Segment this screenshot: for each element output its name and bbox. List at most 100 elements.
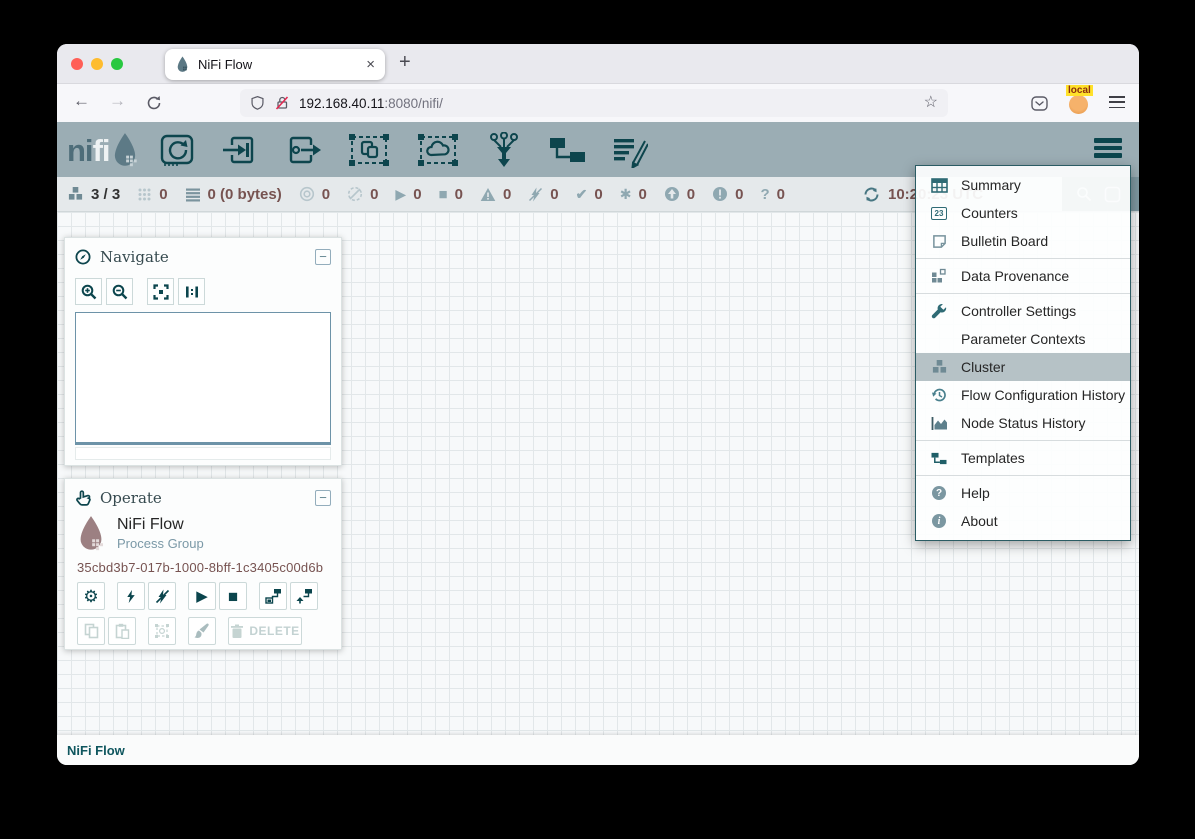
menu-item-flow-configuration-history[interactable]: Flow Configuration History — [916, 381, 1130, 409]
bookmark-star-icon[interactable]: ☆ — [924, 95, 938, 111]
node-status-chart-icon — [931, 416, 948, 431]
zoom-fit-button[interactable] — [147, 278, 174, 305]
back-button[interactable]: ← — [73, 92, 90, 109]
collapse-operate-button[interactable]: − — [315, 490, 331, 506]
close-window-button[interactable] — [71, 58, 83, 70]
transmitting-icon — [299, 186, 315, 202]
stop-button[interactable]: ■ — [219, 582, 247, 610]
window-controls — [71, 58, 123, 70]
menu-item-cluster[interactable]: Cluster — [916, 353, 1130, 381]
counters-icon: 23 — [931, 207, 947, 220]
close-tab-icon[interactable]: × — [366, 57, 375, 72]
browser-window: NiFi Flow × + ← → 192.168.40.11:8080/nif… — [57, 44, 1139, 765]
remote-process-group-component[interactable] — [416, 131, 460, 169]
refresh-icon[interactable] — [863, 186, 880, 203]
new-tab-button[interactable]: + — [399, 52, 411, 72]
menu-item-counters[interactable]: 23 Counters — [916, 199, 1130, 227]
stat-connected-nodes: 3 / 3 — [67, 186, 120, 203]
insecure-lock-icon[interactable] — [274, 95, 290, 111]
process-group-component[interactable] — [347, 131, 391, 169]
disable-button[interactable] — [148, 582, 176, 610]
stat-invalid: 0 — [480, 186, 511, 203]
navigate-header[interactable]: Navigate − — [65, 244, 341, 270]
invalid-warning-icon — [480, 187, 496, 202]
nifi-global-menu-button[interactable] — [1094, 138, 1122, 158]
operate-title: Operate — [100, 489, 162, 507]
menu-divider — [916, 293, 1130, 294]
menu-item-about[interactable]: i About — [916, 507, 1130, 535]
account-avatar[interactable] — [1069, 95, 1088, 114]
cluster-cubes-icon — [67, 186, 84, 202]
configure-button[interactable]: ⚙ — [77, 582, 105, 610]
menu-divider — [916, 475, 1130, 476]
bulletin-board-icon — [932, 234, 947, 249]
start-button[interactable]: ▶ — [188, 582, 216, 610]
browser-tab[interactable]: NiFi Flow × — [165, 49, 385, 80]
locally-modified-asterisk-icon: ✱ — [620, 187, 632, 201]
breadcrumb-root[interactable]: NiFi Flow — [67, 743, 125, 758]
copy-button[interactable] — [77, 617, 105, 645]
browser-menu-icon[interactable] — [1109, 96, 1125, 108]
menu-item-node-status-history[interactable]: Node Status History — [916, 409, 1130, 437]
delete-label: DELETE — [249, 624, 299, 638]
birdseye-view[interactable] — [75, 312, 331, 445]
copy-icon — [84, 623, 99, 639]
zoom-window-button[interactable] — [111, 58, 123, 70]
nifi-logo: nifi — [67, 132, 140, 168]
history-icon — [931, 387, 947, 403]
label-component[interactable] — [611, 131, 649, 169]
zoom-actual-size-button[interactable] — [178, 278, 205, 305]
input-port-component[interactable] — [221, 131, 259, 169]
upload-template-icon — [296, 588, 313, 604]
zoom-in-button[interactable] — [75, 278, 102, 305]
templates-icon — [931, 451, 947, 466]
menu-divider — [916, 258, 1130, 259]
menu-item-help[interactable]: ? Help — [916, 479, 1130, 507]
stale-arrow-up-icon — [664, 186, 680, 202]
hand-pointer-icon — [75, 490, 91, 507]
menu-item-data-provenance[interactable]: Data Provenance — [916, 262, 1130, 290]
gear-icon: ⚙ — [83, 588, 98, 605]
bolt-icon — [124, 589, 138, 604]
delete-button[interactable]: DELETE — [228, 617, 302, 645]
running-icon: ▶ — [395, 187, 406, 201]
color-button[interactable] — [188, 617, 216, 645]
url-text[interactable]: 192.168.40.11:8080/nifi/ — [299, 96, 915, 111]
stat-locally-modified: ✱ 0 — [620, 186, 647, 203]
group-button[interactable] — [148, 617, 176, 645]
operate-header[interactable]: Operate − — [65, 485, 341, 511]
navigate-palette: Navigate − — [64, 237, 342, 466]
up-to-date-check-icon: ✔ — [576, 187, 588, 201]
processor-component[interactable] — [158, 131, 196, 169]
url-host: 192.168.40.11 — [299, 96, 384, 111]
upload-template-button[interactable] — [290, 582, 318, 610]
navigate-controls — [65, 270, 341, 305]
enable-button[interactable] — [117, 582, 145, 610]
trash-icon — [230, 624, 244, 639]
zoom-out-button[interactable] — [106, 278, 133, 305]
menu-item-controller-settings[interactable]: Controller Settings — [916, 297, 1130, 325]
paste-button[interactable] — [108, 617, 136, 645]
minimize-window-button[interactable] — [91, 58, 103, 70]
shield-icon[interactable] — [250, 95, 265, 111]
menu-item-parameter-contexts[interactable]: Parameter Contexts — [916, 325, 1130, 353]
funnel-component[interactable] — [485, 131, 523, 169]
collapse-navigate-button[interactable]: − — [315, 249, 331, 265]
operate-palette: Operate − NiFi Flow Process Group 35cbd3… — [64, 478, 342, 650]
compass-icon — [75, 249, 91, 265]
output-port-component[interactable] — [284, 131, 322, 169]
nifi-favicon — [175, 56, 190, 73]
menu-item-summary[interactable]: Summary — [916, 171, 1130, 199]
save-template-button[interactable] — [259, 582, 287, 610]
forward-button[interactable]: → — [109, 92, 126, 109]
global-menu: Summary 23 Counters Bulletin Board Data … — [915, 165, 1131, 541]
exclamation-circle-icon — [712, 186, 728, 202]
reload-button[interactable] — [146, 95, 162, 111]
stat-sync-failure: ? 0 — [760, 186, 785, 203]
menu-item-templates[interactable]: Templates — [916, 444, 1130, 472]
pocket-icon[interactable] — [1030, 94, 1049, 113]
template-component[interactable] — [548, 131, 586, 169]
url-bar[interactable]: 192.168.40.11:8080/nifi/ ☆ — [240, 89, 948, 117]
menu-item-bulletin-board[interactable]: Bulletin Board — [916, 227, 1130, 255]
help-question-icon: ? — [932, 486, 946, 500]
